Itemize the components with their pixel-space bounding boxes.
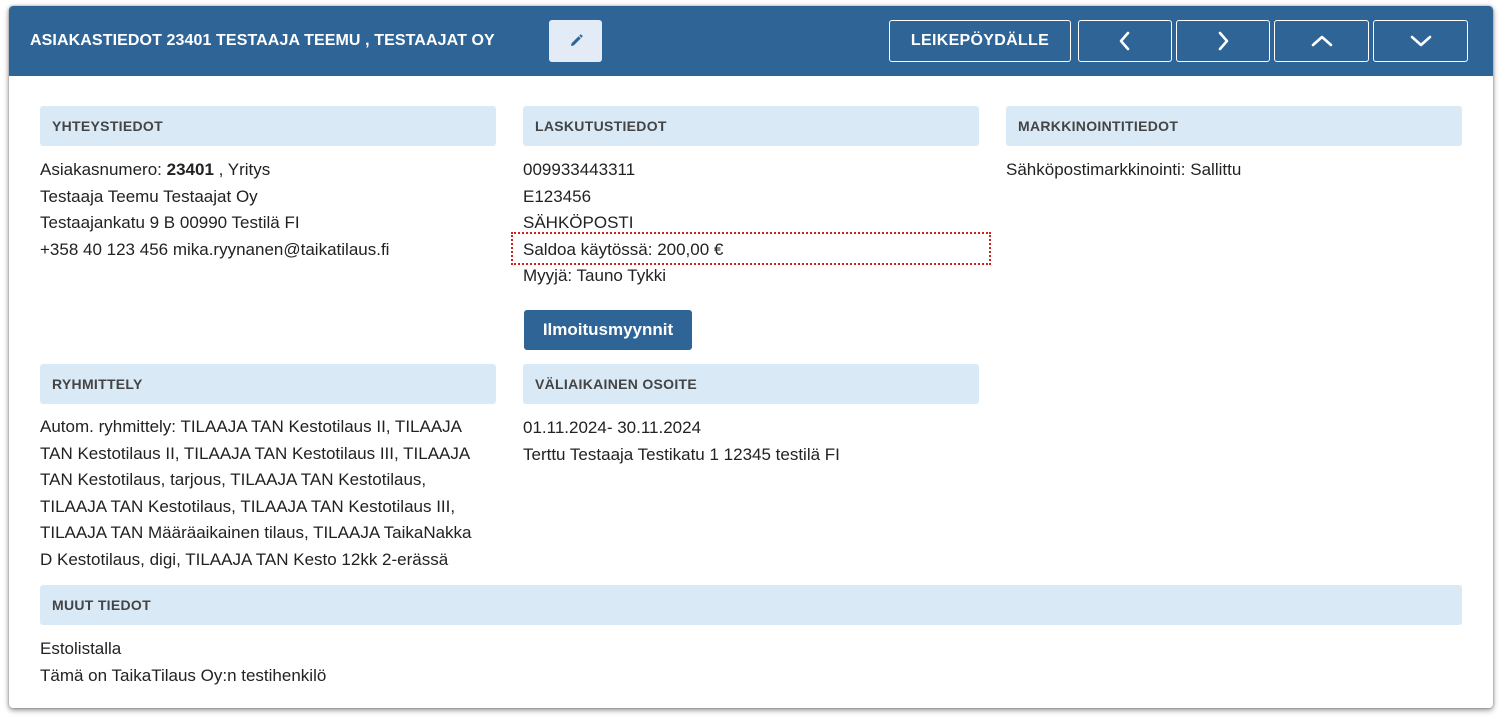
ad-sales-button[interactable]: Ilmoitusmyynnit [524, 310, 692, 350]
billing-section-heading: LASKUTUSTIEDOT [523, 106, 979, 146]
customer-number-line: Asiakasnumero: 23401 , Yritys [40, 157, 389, 184]
billing-line-1: 009933443311 [523, 160, 636, 179]
grouping-line: TAN Kestotilaus II, TILAAJA TAN Kestotil… [40, 443, 471, 463]
blocklist-status: Estolistalla [40, 639, 122, 658]
scroll-up-button[interactable] [1274, 20, 1369, 62]
customer-number: 23401 [166, 160, 214, 179]
seller: Myyjä: Tauno Tykki [523, 266, 666, 285]
grouping-section-heading: RYHMITTELY [40, 364, 496, 404]
contact-info: Asiakasnumero: 23401 , Yritys Testaaja T… [40, 157, 389, 263]
test-person-note: Tämä on TaikaTilaus Oy:n testihenkilö [40, 665, 327, 685]
billing-info: 009933443311 E123456 SÄHKÖPOSTI Saldoa k… [523, 157, 723, 290]
customer-type: , Yritys [213, 160, 271, 179]
email-marketing-status: Sähköpostimarkkinointi: Sallittu [1006, 160, 1242, 179]
grouping-line: TAN Kestotilaus, tarjous, TILAAJA TAN Ke… [40, 470, 427, 490]
contact-phone-email: +358 40 123 456 mika.ryynanen@taikatilau… [40, 239, 390, 259]
balance-highlight-box [511, 232, 991, 265]
pencil-icon [570, 34, 583, 46]
temporary-address-dates: 01.11.2024- 30.11.2024 [523, 418, 702, 437]
billing-line-2: E123456 [523, 186, 592, 206]
grouping-line: D Kestotilaus, digi, TILAAJA TAN Kesto 1… [40, 549, 449, 569]
previous-button[interactable] [1078, 20, 1172, 62]
other-info: Estolistalla Tämä on TaikaTilaus Oy:n te… [40, 636, 326, 689]
temporary-address-info: 01.11.2024- 30.11.2024 Terttu Testaaja T… [523, 414, 840, 468]
customer-card: ASIAKASTIEDOT 23401 TESTAAJA TEEMU , TES… [9, 6, 1493, 708]
card-header: ASIAKASTIEDOT 23401 TESTAAJA TEEMU , TES… [9, 6, 1493, 76]
chevron-down-icon [1410, 35, 1431, 47]
copy-to-clipboard-button[interactable]: LEIKEPÖYDÄLLE [889, 20, 1071, 62]
chevron-up-icon [1311, 35, 1332, 47]
grouping-line: TILAAJA TAN Kestotilaus, TILAAJA TAN Kes… [40, 496, 456, 516]
contact-address: Testaajankatu 9 B 00990 Testilä FI [40, 213, 300, 232]
page-title: ASIAKASTIEDOT 23401 TESTAAJA TEEMU , TES… [30, 32, 495, 49]
temporary-address: Terttu Testaaja Testikatu 1 12345 testil… [523, 445, 840, 464]
marketing-section-heading: MARKKINOINTITIEDOT [1006, 106, 1462, 146]
grouping-line: TILAAJA TAN Määräaikainen tilaus, TILAAJ… [40, 523, 472, 543]
edit-button[interactable] [549, 20, 602, 62]
scroll-down-button[interactable] [1373, 20, 1468, 62]
contact-section-heading: YHTEYSTIEDOT [40, 106, 496, 146]
chevron-right-icon [1218, 31, 1229, 51]
chevron-left-icon [1119, 31, 1130, 51]
contact-name: Testaaja Teemu Testaajat Oy [40, 186, 258, 206]
customer-number-label: Asiakasnumero: [40, 160, 167, 179]
grouping-line: Autom. ryhmittely: TILAAJA TAN Kestotila… [40, 417, 463, 436]
grouping-info: Autom. ryhmittely: TILAAJA TAN Kestotila… [40, 414, 472, 574]
next-button[interactable] [1176, 20, 1270, 62]
temporary-address-section-heading: VÄLIAIKAINEN OSOITE [523, 364, 979, 404]
other-info-section-heading: MUUT TIEDOT [40, 585, 1462, 625]
marketing-info: Sähköpostimarkkinointi: Sallittu [1006, 157, 1241, 184]
